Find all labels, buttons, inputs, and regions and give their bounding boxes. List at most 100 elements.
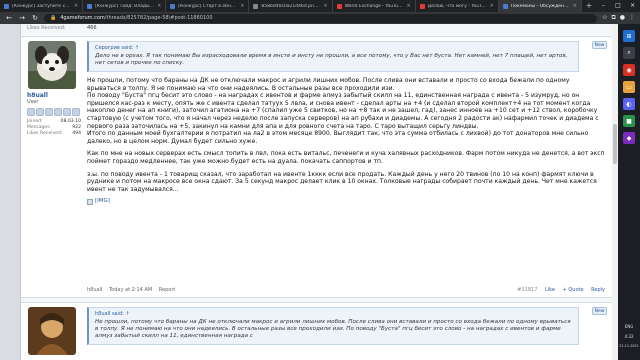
browser-tab[interactable]: [Конкурс] Заступите слово ди...×	[0, 0, 84, 12]
profile-icon[interactable]: ●	[620, 14, 625, 22]
minimize-icon[interactable]: –	[596, 0, 611, 12]
clock-time[interactable]: 4:32	[625, 334, 634, 339]
back-icon[interactable]: ←	[5, 14, 13, 22]
quote-link[interactable]: + Quote	[563, 287, 584, 293]
message-paragraph: з.ы. по поводу ивента - 1 товарищ сказал…	[87, 170, 597, 193]
discord-icon[interactable]: ◐	[623, 98, 635, 110]
tab-title: 858bd40c0a21d46d.png (865×...	[261, 3, 320, 9]
quote-block: Серогрив said: ↑ Дело не в орхах. Я так …	[87, 41, 579, 72]
windows-start-icon[interactable]: ⊞	[623, 30, 635, 42]
stat-value: 922	[72, 125, 81, 130]
tab-favicon-icon	[87, 3, 93, 9]
folder-icon[interactable]: ▭	[623, 81, 635, 93]
image-placeholder[interactable]: [IMG]	[87, 198, 605, 206]
trophy-icons	[27, 108, 83, 116]
trophy-icon[interactable]	[36, 108, 44, 116]
browser-address-bar: ← → ↻ 🔒 4gameforum.com/threads/825782/pa…	[0, 12, 640, 24]
app-icon[interactable]: ■	[623, 115, 635, 127]
tab-favicon-icon	[253, 3, 259, 9]
new-tab-icon[interactable]: +	[582, 0, 596, 12]
like-link[interactable]: Like	[545, 287, 555, 293]
close-tab-icon[interactable]: ×	[323, 3, 327, 9]
post-message: Не прошли, потому что бараны на ДК не от…	[87, 77, 605, 206]
post-author-link[interactable]: h8uall	[87, 287, 102, 293]
stat-label: Messages:	[27, 125, 52, 130]
extensions-icon[interactable]: ⧉	[611, 14, 615, 22]
forum-thread: Likes Received: 466 New h8uall User Join…	[20, 24, 612, 360]
post-body: Серогрив said: ↑ Дело не в орхах. Я так …	[87, 41, 605, 206]
browser-tab[interactable]: [Конкурс] Тайд: Владыка многих...×	[83, 0, 167, 12]
post-time[interactable]: Today at 2:14 AM	[109, 287, 152, 293]
trophy-icon[interactable]	[45, 108, 53, 116]
post-user-info	[25, 307, 83, 355]
browser-tab[interactable]: 858bd40c0a21d46d.png (865×...×	[249, 0, 333, 12]
app-icon[interactable]: ◆	[623, 132, 635, 144]
avatar[interactable]	[28, 307, 76, 355]
user-stat: Likes Received: 494	[27, 131, 81, 136]
quote-text: Дело не в орхах. Я так понимаю Вы израсх…	[95, 53, 568, 66]
tab-favicon-icon	[170, 3, 176, 9]
close-tab-icon[interactable]: ×	[240, 3, 244, 9]
tab-favicon-icon	[336, 3, 342, 9]
maximize-icon[interactable]: □	[611, 0, 626, 12]
user-stat: Joined: 08.03.10	[27, 119, 81, 124]
trophy-icon[interactable]	[27, 108, 35, 116]
url-domain: 4gameforum.com	[60, 15, 105, 21]
stat-label: Joined:	[27, 119, 43, 124]
search-icon[interactable]: ⌕	[623, 47, 635, 59]
trophy-icon[interactable]	[72, 108, 80, 116]
quote-author[interactable]: h8uall said: ↑	[95, 311, 572, 317]
reload-icon[interactable]: ↻	[31, 14, 39, 22]
close-tab-icon[interactable]: ×	[157, 3, 161, 9]
close-tab-icon[interactable]: ×	[74, 3, 78, 9]
chrome-icon[interactable]: ◉	[623, 64, 635, 76]
browser-tab[interactable]: Покемоны - Обсуждение ново...×	[498, 0, 582, 12]
reply-link[interactable]: Reply	[591, 287, 605, 293]
url-field[interactable]: 🔒 4gameforum.com/threads/825782/page-58\…	[44, 13, 598, 23]
trophy-icon[interactable]	[54, 108, 62, 116]
quote-author[interactable]: Серогрив said: ↑	[95, 45, 572, 51]
star-icon[interactable]: ☆	[602, 14, 607, 22]
close-tab-icon[interactable]: ×	[490, 3, 494, 9]
browser-tab[interactable]: [Конкурс] Старт в обновлённом...×	[166, 0, 250, 12]
likes-received-label: Likes Received:	[27, 25, 66, 31]
tab-title: [Конкурс] Старт в обновлённом...	[178, 3, 237, 9]
language-indicator[interactable]: ENG	[625, 324, 634, 329]
tab-favicon-icon	[4, 3, 9, 9]
close-tab-icon[interactable]: ×	[573, 3, 577, 9]
likes-received-value: 466	[87, 25, 97, 31]
message-paragraph: Не прошли, потому что бараны на ДК не от…	[87, 77, 599, 145]
tab-title: [Конкурс] Тайд: Владыка многих...	[95, 3, 155, 9]
post-body: h8uall said: ↑ Не прошли, потому что бар…	[87, 307, 605, 345]
tab-favicon-icon	[502, 3, 508, 9]
quote-text: Не прошли, потому что бараны на ДК не от…	[95, 319, 571, 339]
clock-date[interactable]: 21.11.2021	[619, 344, 638, 349]
message-paragraph: Как по мне на новых серверах есть смысл …	[87, 150, 605, 165]
stat-value: 08.03.10	[60, 119, 81, 124]
close-window-icon[interactable]: ×	[625, 0, 640, 12]
trophy-icon[interactable]	[63, 108, 71, 116]
tab-favicon-icon	[419, 3, 425, 9]
forward-icon[interactable]: →	[18, 14, 26, 22]
avatar[interactable]	[28, 41, 76, 89]
report-link[interactable]: Report	[159, 287, 176, 293]
post-footer: h8uall Today at 2:14 AM Report #11817 Li…	[87, 287, 605, 293]
post-number[interactable]: #11817	[517, 287, 537, 293]
tab-title: World Exchange - YouTube	[344, 3, 404, 9]
user-stat: Messages: 922	[27, 125, 81, 130]
window-controls: – □ ×	[596, 0, 640, 12]
quote-block: h8uall said: ↑ Не прошли, потому что бар…	[87, 307, 579, 345]
menu-icon[interactable]: ⋮	[629, 14, 635, 22]
page-viewport: Likes Received: 466 New h8uall User Join…	[0, 24, 612, 360]
username[interactable]: h8uall	[27, 92, 83, 99]
browser-tab[interactable]: World Exchange - YouTube ×	[333, 0, 416, 12]
forum-post: New h8uall User Joined: 08.03.10 Message…	[21, 36, 612, 298]
previous-post-tail: Likes Received: 466	[21, 24, 612, 34]
close-tab-icon[interactable]: ×	[407, 3, 411, 9]
lock-icon: 🔒	[50, 15, 57, 21]
browser-tab[interactable]: Делаю, что могу - YouTube ×	[416, 0, 499, 12]
forum-post: New h8uall said: ↑ Не прошли, потому что…	[21, 302, 612, 360]
tab-title: Делаю, что могу - YouTube	[427, 3, 487, 9]
url-path: /threads/825782/page-58\#post-11860100	[104, 15, 213, 21]
scrollbar-thumb[interactable]	[613, 124, 617, 164]
